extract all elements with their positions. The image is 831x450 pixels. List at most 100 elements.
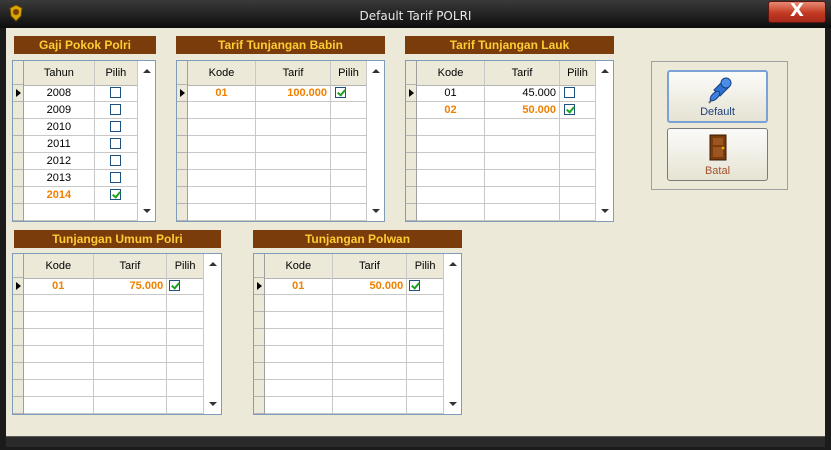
- scroll-down-icon[interactable]: [143, 209, 151, 213]
- column-header-kode[interactable]: Kode: [265, 254, 333, 278]
- batal-button[interactable]: Batal: [667, 128, 768, 181]
- tarif-cell[interactable]: 50.000: [485, 102, 560, 118]
- kode-cell[interactable]: 02: [417, 102, 485, 118]
- tahun-cell[interactable]: 2010: [24, 119, 95, 135]
- column-header-tarif[interactable]: Tarif: [256, 61, 331, 85]
- checkbox[interactable]: [564, 87, 575, 98]
- current-row-indicator: [13, 85, 23, 102]
- table-row-empty[interactable]: [24, 204, 138, 221]
- vertical-scrollbar[interactable]: [445, 254, 461, 414]
- vertical-scrollbar[interactable]: [597, 61, 613, 221]
- pilih-cell[interactable]: [95, 85, 138, 101]
- tarif-cell[interactable]: 50.000: [333, 278, 408, 294]
- close-button[interactable]: X: [768, 0, 826, 23]
- vertical-scrollbar[interactable]: [205, 254, 221, 414]
- pilih-cell[interactable]: [331, 85, 367, 101]
- grid-header: Tahun Pilih: [24, 61, 138, 86]
- column-header-tarif[interactable]: Tarif: [485, 61, 560, 85]
- column-header-tarif[interactable]: Tarif: [333, 254, 408, 278]
- kode-cell[interactable]: 01: [265, 278, 333, 294]
- checkbox-checked[interactable]: [564, 104, 575, 115]
- tahun-cell[interactable]: 2008: [24, 85, 95, 101]
- scroll-up-icon[interactable]: [143, 69, 151, 73]
- tahun-cell[interactable]: 2011: [24, 136, 95, 152]
- grid-rows: 01 50.000: [265, 278, 444, 414]
- pilih-cell[interactable]: [95, 153, 138, 169]
- table-row[interactable]: 2014: [24, 187, 138, 204]
- table-row[interactable]: 2010: [24, 119, 138, 136]
- vertical-scrollbar[interactable]: [139, 61, 155, 221]
- pilih-cell[interactable]: [95, 119, 138, 135]
- pilih-cell[interactable]: [167, 278, 204, 294]
- table-row[interactable]: 2013: [24, 170, 138, 187]
- scroll-up-icon[interactable]: [209, 262, 217, 266]
- checkbox-checked[interactable]: [109, 189, 121, 200]
- column-header-pilih[interactable]: Pilih: [167, 254, 204, 278]
- column-header-pilih[interactable]: Pilih: [95, 61, 138, 85]
- table-row[interactable]: 01 45.000: [417, 85, 596, 102]
- kode-cell[interactable]: 01: [417, 85, 485, 101]
- table-row[interactable]: 01 50.000: [265, 278, 444, 295]
- panel-title-umum: Tunjangan Umum Polri: [14, 230, 221, 248]
- pilih-cell[interactable]: [560, 102, 596, 118]
- table-row[interactable]: 2009: [24, 102, 138, 119]
- tarif-cell[interactable]: 45.000: [485, 85, 560, 101]
- default-button[interactable]: Default: [667, 70, 768, 123]
- pilih-cell[interactable]: [95, 136, 138, 152]
- checkbox[interactable]: [109, 138, 121, 149]
- kode-cell[interactable]: 01: [24, 278, 94, 294]
- kode-cell[interactable]: 01: [188, 85, 256, 101]
- scroll-down-icon[interactable]: [601, 209, 609, 213]
- checkbox[interactable]: [109, 121, 121, 132]
- column-header-kode[interactable]: Kode: [417, 61, 485, 85]
- column-header-pilih[interactable]: Pilih: [560, 61, 596, 85]
- vertical-scrollbar[interactable]: [368, 61, 384, 221]
- column-header-kode[interactable]: Kode: [188, 61, 256, 85]
- panel-title-babin: Tarif Tunjangan Babin: [176, 36, 385, 54]
- title-bar[interactable]: Default Tarif POLRI X: [0, 0, 831, 28]
- column-header-tahun[interactable]: Tahun: [24, 61, 95, 85]
- lauk-grid[interactable]: Kode Tarif Pilih 01 45.000 02 50.000: [405, 60, 614, 222]
- grid-header: Kode Tarif Pilih: [265, 254, 444, 279]
- tahun-cell[interactable]: 2009: [24, 102, 95, 118]
- checkbox-checked[interactable]: [409, 280, 421, 291]
- scroll-down-icon[interactable]: [449, 402, 457, 406]
- babin-grid[interactable]: Kode Tarif Pilih 01 100.000: [176, 60, 385, 222]
- scroll-down-icon[interactable]: [209, 402, 217, 406]
- tahun-cell[interactable]: 2013: [24, 170, 95, 186]
- umum-grid[interactable]: Kode Tarif Pilih 01 75.000: [12, 253, 222, 415]
- tarif-cell[interactable]: 100.000: [256, 85, 331, 101]
- column-header-pilih[interactable]: Pilih: [331, 61, 367, 85]
- gaji-grid[interactable]: Tahun Pilih 2008 2009 2010 2011 2012 201…: [12, 60, 156, 222]
- window-title: Default Tarif POLRI: [359, 9, 472, 23]
- table-row[interactable]: 2012: [24, 153, 138, 170]
- tarif-cell[interactable]: 75.000: [94, 278, 168, 294]
- pilih-cell[interactable]: [560, 85, 596, 101]
- pilih-cell[interactable]: [407, 278, 444, 294]
- checkbox[interactable]: [109, 172, 121, 183]
- pilih-cell[interactable]: [95, 187, 138, 203]
- scroll-up-icon[interactable]: [601, 69, 609, 73]
- checkbox[interactable]: [109, 87, 121, 98]
- pilih-cell[interactable]: [95, 102, 138, 118]
- checkbox[interactable]: [109, 104, 121, 115]
- checkbox-checked[interactable]: [169, 280, 181, 291]
- checkbox[interactable]: [109, 155, 121, 166]
- column-header-pilih[interactable]: Pilih: [407, 254, 444, 278]
- polwan-grid[interactable]: Kode Tarif Pilih 01 50.000: [253, 253, 462, 415]
- table-row[interactable]: 2008: [24, 85, 138, 102]
- row-indicator-column: [13, 254, 24, 414]
- pilih-cell[interactable]: [95, 170, 138, 186]
- table-row[interactable]: 02 50.000: [417, 102, 596, 119]
- scroll-down-icon[interactable]: [372, 209, 380, 213]
- table-row[interactable]: 2011: [24, 136, 138, 153]
- checkbox-checked[interactable]: [335, 87, 346, 98]
- column-header-kode[interactable]: Kode: [24, 254, 94, 278]
- scroll-up-icon[interactable]: [372, 69, 380, 73]
- column-header-tarif[interactable]: Tarif: [94, 254, 168, 278]
- table-row[interactable]: 01 100.000: [188, 85, 367, 102]
- table-row[interactable]: 01 75.000: [24, 278, 204, 295]
- scroll-up-icon[interactable]: [449, 262, 457, 266]
- tahun-cell[interactable]: 2014: [24, 187, 95, 203]
- tahun-cell[interactable]: 2012: [24, 153, 95, 169]
